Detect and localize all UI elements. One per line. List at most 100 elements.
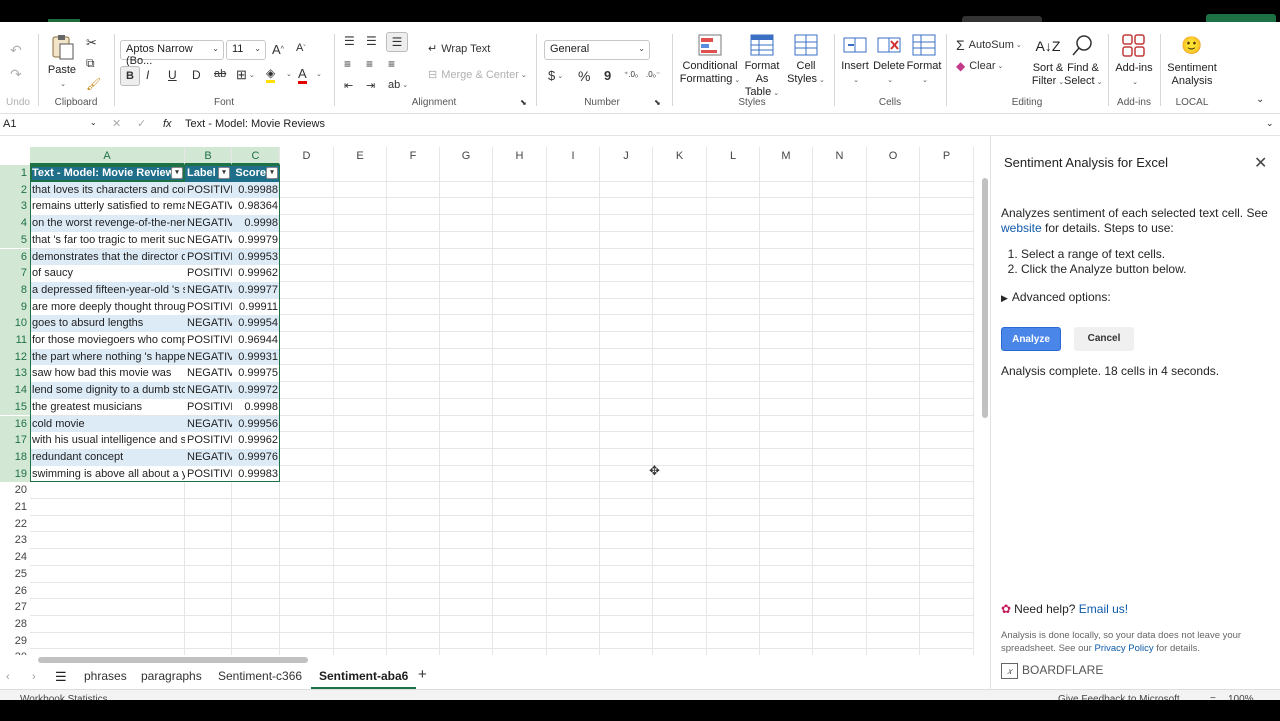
align-top-icon[interactable]: ☰ bbox=[344, 34, 355, 48]
row-header-12[interactable]: 12 bbox=[0, 348, 30, 366]
borders-icon[interactable]: ⊞ ⌄ bbox=[236, 67, 255, 83]
paste-button[interactable]: Paste ⌄ bbox=[46, 34, 78, 91]
row-header-18[interactable]: 18 bbox=[0, 448, 30, 466]
column-header-c[interactable]: C bbox=[232, 147, 280, 165]
orientation-icon[interactable]: ab ⌄ bbox=[388, 79, 408, 91]
fill-color-icon[interactable]: ◈ bbox=[266, 66, 276, 83]
column-header-i[interactable]: I bbox=[547, 147, 600, 165]
align-left-icon[interactable]: ≡ bbox=[344, 57, 351, 71]
table-cell[interactable]: 0.99962 bbox=[232, 432, 280, 449]
table-cell[interactable]: POSITIVE bbox=[185, 248, 232, 266]
table-cell[interactable]: 0.99962 bbox=[232, 265, 280, 282]
table-cell[interactable]: saw how bad this movie was bbox=[30, 365, 185, 383]
column-header-b[interactable]: B bbox=[185, 147, 232, 165]
close-icon[interactable]: ✕ bbox=[1254, 153, 1267, 173]
autosum-button[interactable]: Σ AutoSum ⌄ bbox=[956, 37, 1022, 53]
worksheet-grid[interactable]: A B C D E F G H I J K L M N O P 1 2 3 4 5 6 7 8 9 10 11 12 13 14 15 16 1… bbox=[0, 147, 984, 655]
row-header-22[interactable]: 22 bbox=[0, 516, 30, 533]
row-header-5[interactable]: 5 bbox=[0, 231, 30, 249]
expand-formula-icon[interactable]: ⌄ bbox=[1266, 118, 1274, 129]
currency-icon[interactable]: $ ⌄ bbox=[548, 68, 563, 83]
number-format-select[interactable]: General ⌄ bbox=[544, 40, 650, 60]
table-cell[interactable]: NEGATIVE bbox=[185, 415, 232, 433]
table-cell[interactable]: that loves its characters and com bbox=[30, 181, 185, 199]
row-header-7[interactable]: 7 bbox=[0, 265, 30, 282]
column-header-m[interactable]: M bbox=[760, 147, 813, 165]
italic-button[interactable]: I bbox=[146, 68, 149, 82]
format-painter-icon[interactable]: 🖌 bbox=[86, 77, 101, 91]
font-size-select[interactable]: 11 ⌄ bbox=[226, 40, 266, 60]
row-header-10[interactable]: 10 bbox=[0, 315, 30, 332]
table-cell[interactable]: POSITIVE bbox=[185, 181, 232, 199]
add-sheet-button[interactable]: + bbox=[410, 666, 435, 686]
row-header-3[interactable]: 3 bbox=[0, 198, 30, 216]
font-color-icon[interactable]: A bbox=[298, 66, 307, 84]
column-header-f[interactable]: F bbox=[387, 147, 440, 165]
table-cell[interactable]: POSITIVE bbox=[185, 298, 232, 316]
cancel-entry-icon[interactable]: ✕ bbox=[112, 117, 121, 130]
column-header-a[interactable]: A bbox=[30, 147, 185, 165]
table-cell[interactable]: are more deeply thought through bbox=[30, 298, 185, 316]
privacy-policy-link[interactable]: Privacy Policy bbox=[1094, 643, 1153, 654]
filter-dropdown-icon[interactable]: ▾ bbox=[171, 167, 183, 179]
number-launcher-icon[interactable]: ⬊ bbox=[654, 98, 661, 107]
decrease-font-icon[interactable]: Aˇ bbox=[296, 42, 306, 54]
table-cell[interactable]: 0.99977 bbox=[232, 281, 280, 299]
next-sheet-icon[interactable]: › bbox=[32, 671, 36, 683]
row-header-8[interactable]: 8 bbox=[0, 281, 30, 299]
table-cell[interactable]: 0.99988 bbox=[232, 181, 280, 199]
align-bottom-icon[interactable]: ☰ bbox=[386, 32, 408, 52]
column-header-p[interactable]: P bbox=[920, 147, 974, 165]
row-header-28[interactable]: 28 bbox=[0, 616, 30, 633]
column-header-k[interactable]: K bbox=[653, 147, 707, 165]
row-header-4[interactable]: 4 bbox=[0, 215, 30, 232]
table-cell[interactable]: remains utterly satisfied to rema bbox=[30, 198, 185, 216]
decrease-indent-icon[interactable]: ⇤ bbox=[344, 79, 353, 92]
align-middle-icon[interactable]: ☰ bbox=[366, 34, 377, 48]
table-cell[interactable]: for those moviegoers who comp bbox=[30, 332, 185, 349]
table-cell[interactable]: on the worst revenge-of-the-ner bbox=[30, 215, 185, 232]
sort-filter-button[interactable]: A↓Z Sort & Filter ⌄ bbox=[1030, 34, 1066, 89]
analyze-button[interactable]: Analyze bbox=[1001, 327, 1061, 351]
column-header-j[interactable]: J bbox=[600, 147, 653, 165]
table-cell[interactable]: POSITIVE bbox=[185, 265, 232, 282]
column-header-o[interactable]: O bbox=[867, 147, 920, 165]
table-cell[interactable]: swimming is above all about a y bbox=[30, 465, 185, 483]
decrease-decimal-icon[interactable]: .0₀⁻ bbox=[646, 70, 660, 79]
sheet-tab-paragraphs[interactable]: paragraphs bbox=[133, 669, 210, 689]
row-header-30[interactable]: 30 bbox=[0, 649, 30, 655]
table-cell[interactable]: 0.99976 bbox=[232, 448, 280, 466]
row-header-24[interactable]: 24 bbox=[0, 549, 30, 566]
row-header-1[interactable]: 1 bbox=[0, 165, 30, 182]
clear-button[interactable]: ◆ Clear ⌄ bbox=[956, 59, 1003, 73]
collapse-ribbon-icon[interactable]: ⌄ bbox=[1256, 94, 1264, 105]
table-cell[interactable]: POSITIVE bbox=[185, 398, 232, 416]
table-cell[interactable]: a depressed fifteen-year-old 's s bbox=[30, 281, 185, 299]
table-cell[interactable]: POSITIVE bbox=[185, 332, 232, 349]
table-cell[interactable]: of saucy bbox=[30, 265, 185, 282]
row-header-23[interactable]: 23 bbox=[0, 532, 30, 549]
row-header-13[interactable]: 13 bbox=[0, 365, 30, 383]
merge-center-button[interactable]: ⊟ Merge & Center ⌄ bbox=[428, 68, 527, 82]
increase-decimal-icon[interactable]: ⁺.0₀ bbox=[624, 70, 638, 79]
table-cell[interactable]: cold movie bbox=[30, 415, 185, 433]
table-cell[interactable]: NEGATIVE bbox=[185, 348, 232, 366]
table-cell[interactable]: 0.9998 bbox=[232, 398, 280, 416]
table-cell[interactable]: NEGATIVE bbox=[185, 382, 232, 399]
table-cell[interactable]: lend some dignity to a dumb sto bbox=[30, 382, 185, 399]
column-header-h[interactable]: H bbox=[493, 147, 547, 165]
table-cell[interactable]: demonstrates that the director o bbox=[30, 248, 185, 266]
table-cell[interactable]: NEGATIVE bbox=[185, 365, 232, 383]
table-cell[interactable]: 0.99983 bbox=[232, 465, 280, 483]
table-cell[interactable]: with his usual intelligence and s bbox=[30, 432, 185, 449]
share-button[interactable] bbox=[1206, 14, 1276, 22]
table-cell[interactable]: 0.99975 bbox=[232, 365, 280, 383]
table-cell[interactable]: 0.98364 bbox=[232, 198, 280, 216]
row-header-9[interactable]: 9 bbox=[0, 298, 30, 316]
table-cell[interactable]: the part where nothing 's happe bbox=[30, 348, 185, 366]
advanced-options-toggle[interactable]: ▶ Advanced options: bbox=[1001, 290, 1111, 304]
format-as-table-button[interactable]: Format As Table ⌄ bbox=[738, 34, 786, 100]
percent-icon[interactable]: % bbox=[578, 68, 590, 84]
prev-sheet-icon[interactable]: ‹ bbox=[6, 671, 10, 683]
align-center-icon[interactable]: ≡ bbox=[366, 57, 373, 71]
